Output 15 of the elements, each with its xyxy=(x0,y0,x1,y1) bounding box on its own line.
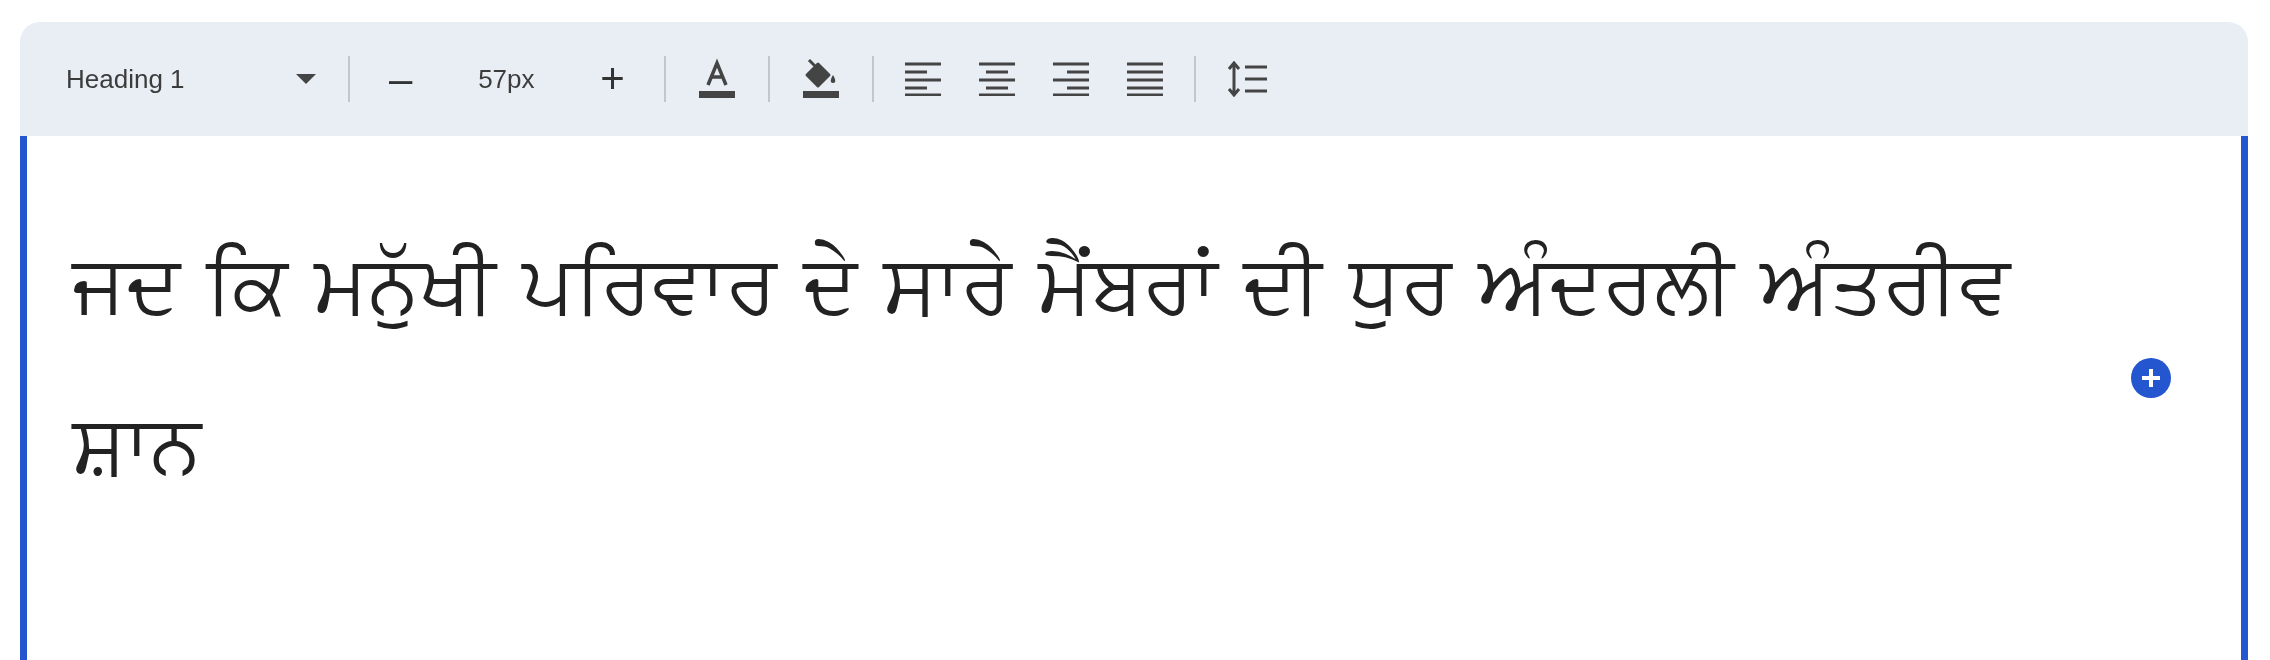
style-dropdown[interactable]: Heading 1 xyxy=(40,63,336,95)
font-size-field[interactable]: 57px xyxy=(439,62,574,96)
align-left-icon xyxy=(904,62,941,96)
add-block-icon[interactable] xyxy=(2131,358,2171,398)
increase-button[interactable]: + xyxy=(582,55,643,103)
text-color-icon xyxy=(696,57,737,101)
line-spacing-icon xyxy=(1226,61,1267,97)
heading-text: ਜਦ ਕਿ ਮਨੁੱਖੀ ਪਰਿਵਾਰ ਦੇ ਸਾਰੇ ਮੈਂਬਰਾਂ ਦੀ ਧੁਰ ਅੰਦਰਲੀ ਅੰਤਰੀਵ ਸ਼ਾਨ xyxy=(72,235,2013,493)
decrease-button[interactable]: – xyxy=(371,55,431,103)
editor-area[interactable]: ਜਦ ਕਿ ਮਨੁੱਖੀ ਪਰਿਵਾਰ ਦੇ ਸਾਰੇ ਮੈਂਬਰਾਂ ਦੀ ਧੁਰ ਅੰਦਰਲੀ ਅੰਤਰੀਵ ਸ਼ਾਨ xyxy=(20,136,2248,660)
caret-icon xyxy=(296,74,316,84)
align-center-icon xyxy=(978,62,1015,96)
justify-icon xyxy=(1126,62,1163,96)
paint-bucket-icon xyxy=(800,57,841,101)
align-right-icon xyxy=(1052,62,1089,96)
